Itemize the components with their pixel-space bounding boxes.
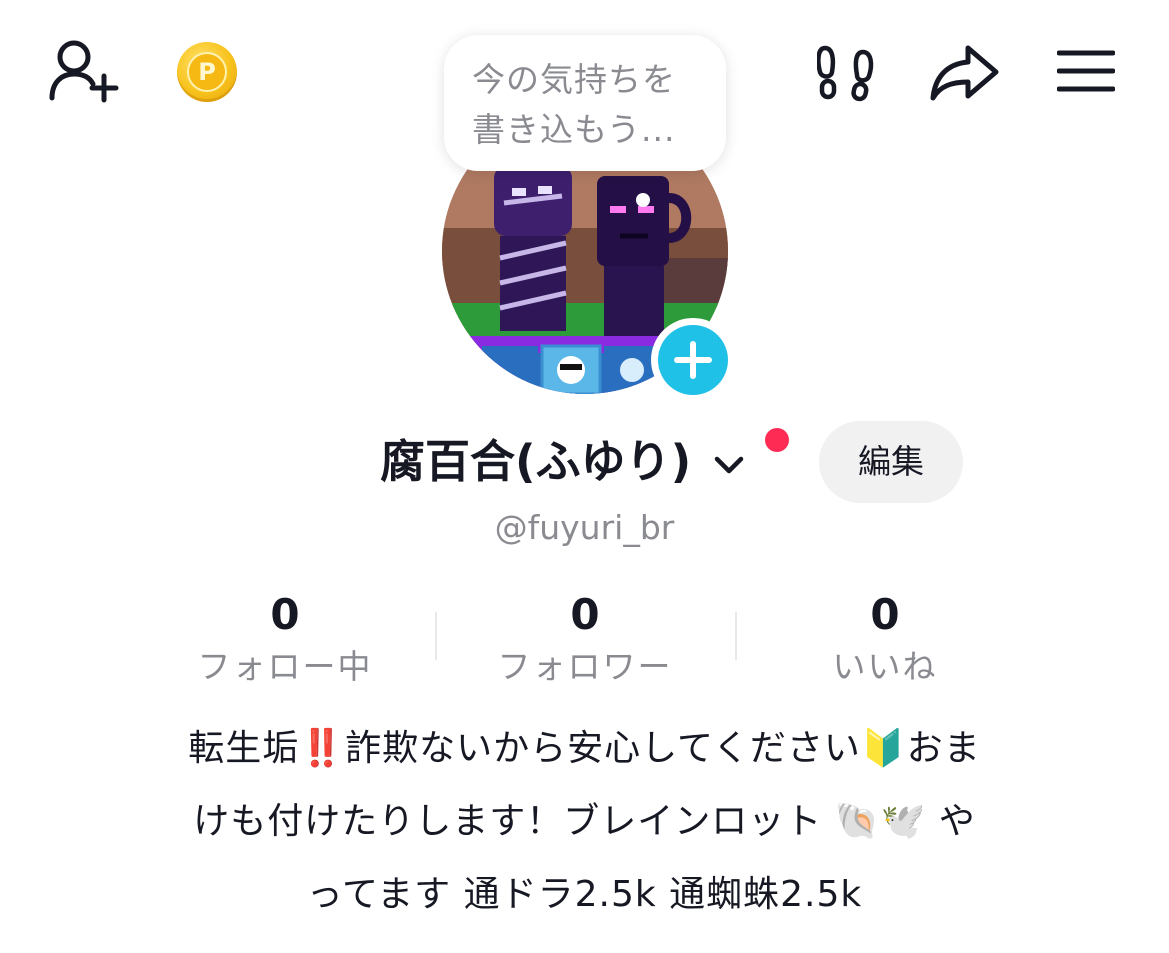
stat-following[interactable]: 0 フォロー中 — [155, 588, 415, 692]
status-placeholder-line1: 今の気持ちを — [472, 60, 676, 99]
bio-line: 転生垢‼️詐欺ないから安心してください🔰おま — [188, 728, 981, 769]
bio-line: けも付けたりします！ブレインロット 🐚🕊️ や — [193, 801, 976, 842]
display-name[interactable]: 腐百合(ふゆり) — [380, 430, 747, 494]
bubble-tail-dot — [636, 193, 650, 207]
add-friend-icon[interactable] — [48, 38, 120, 104]
bio[interactable]: 転生垢‼️詐欺ないから安心してください🔰おま けも付けたりします！ブレインロット… — [100, 712, 1069, 931]
status-bubble[interactable]: 今の気持ちを 書き込もう... — [444, 35, 726, 171]
chevron-down-icon[interactable] — [711, 447, 747, 483]
stat-divider — [435, 612, 437, 660]
stat-likes[interactable]: 0 いいね — [755, 588, 1015, 692]
stat-followers[interactable]: 0 フォロワー — [455, 588, 715, 692]
plus-icon — [674, 341, 712, 379]
bio-line: ってます 通ドラ2.5k 通蜘蛛2.5k — [306, 874, 863, 915]
coin-icon[interactable]: P — [177, 42, 237, 102]
coin-letter: P — [187, 52, 227, 92]
followers-count: 0 — [570, 590, 600, 639]
display-name-text: 腐百合(ふゆり) — [380, 435, 692, 488]
stat-divider — [735, 612, 737, 660]
add-avatar-button[interactable] — [651, 318, 735, 402]
status-placeholder-line2: 書き込もう... — [472, 110, 676, 149]
following-label: フォロー中 — [197, 647, 373, 686]
likes-label: いいね — [832, 647, 938, 686]
likes-count: 0 — [870, 590, 900, 639]
hamburger-menu-icon[interactable] — [1057, 48, 1115, 94]
following-count: 0 — [270, 590, 300, 639]
edit-profile-button[interactable]: 編集 — [819, 421, 963, 503]
footprints-icon[interactable] — [817, 44, 877, 102]
username: @fuyuri_br — [494, 508, 675, 547]
notification-dot — [765, 428, 789, 452]
share-arrow-icon[interactable] — [930, 44, 1000, 102]
followers-label: フォロワー — [497, 647, 673, 686]
